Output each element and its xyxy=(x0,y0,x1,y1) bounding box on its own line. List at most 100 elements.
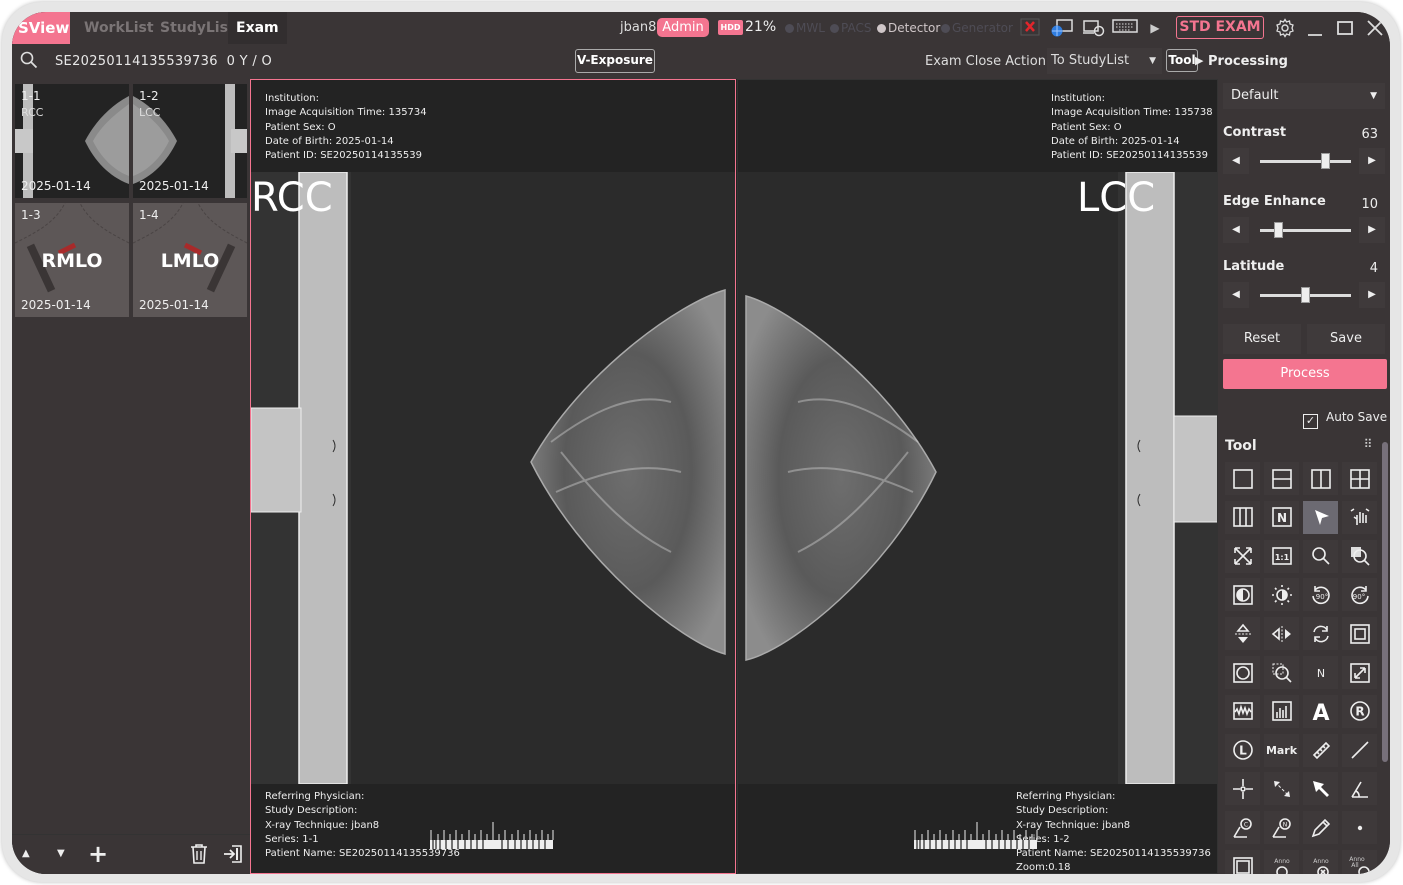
edge-enhance-slider[interactable]: ◀ ▶ xyxy=(1223,217,1385,243)
tool-rotate-right-90[interactable]: 90° xyxy=(1342,578,1377,612)
tool-select-pointer[interactable] xyxy=(1303,500,1338,534)
move-up-button[interactable]: ▲ xyxy=(22,848,30,859)
tool-scrollbar[interactable] xyxy=(1382,442,1388,762)
tool-ruler[interactable] xyxy=(1303,733,1338,767)
tool-pencil[interactable] xyxy=(1303,811,1338,845)
tool-flip-vertical[interactable] xyxy=(1225,617,1260,651)
tool-stretch[interactable] xyxy=(1342,656,1377,689)
latitude-slider[interactable]: ◀ ▶ xyxy=(1223,282,1385,308)
tool-zoom-region[interactable] xyxy=(1264,656,1299,689)
add-button[interactable]: + xyxy=(88,840,108,868)
tool-layout-2-rows[interactable] xyxy=(1264,462,1299,495)
tab-worklist[interactable]: WorkList xyxy=(76,12,162,44)
tool-layout-2-cols[interactable] xyxy=(1303,462,1338,495)
thumbnail-lmlo[interactable]: 1-4 LMLO 2025-01-14 xyxy=(133,203,247,317)
checkbox-checked-icon[interactable]: ✓ xyxy=(1303,414,1318,429)
close-icon[interactable] xyxy=(1366,18,1384,38)
thumbnail-view: RCC xyxy=(21,106,44,119)
trash-icon[interactable] xyxy=(189,843,209,865)
tool-anno-all-delete[interactable]: Anno All xyxy=(1342,850,1377,874)
tool-left-marker[interactable]: L xyxy=(1225,733,1260,767)
thumbnail-rcc[interactable]: 1-1 RCC 2025-01-14 xyxy=(15,84,129,198)
grid-dots-icon[interactable]: ⠿ xyxy=(1359,437,1377,455)
study-id: SE20250114135539736 0 Y / O xyxy=(55,54,272,69)
mammogram-image-lcc[interactable] xyxy=(738,171,1217,785)
tool-arrow-measure[interactable] xyxy=(1264,772,1299,806)
tool-actual-size-1-1[interactable]: 1:1 xyxy=(1264,539,1299,573)
thumbnail-rmlo[interactable]: 1-3 RMLO 2025-01-14 xyxy=(15,203,129,317)
increase-arrow-icon[interactable]: ▶ xyxy=(1359,148,1385,174)
tool-invert[interactable] xyxy=(1225,578,1260,612)
reset-button[interactable]: Reset xyxy=(1223,324,1301,354)
increase-arrow-icon[interactable]: ▶ xyxy=(1359,217,1385,243)
tool-line[interactable] xyxy=(1342,733,1377,767)
tool-fit-screen[interactable] xyxy=(1225,539,1260,573)
tool-dot[interactable] xyxy=(1342,811,1377,845)
tool-reset-rotate[interactable] xyxy=(1303,617,1338,651)
tool-flip-horizontal[interactable] xyxy=(1264,617,1299,651)
save-button[interactable]: Save xyxy=(1307,324,1385,354)
svg-text:1:1: 1:1 xyxy=(1274,553,1289,562)
tool-circle-roi[interactable] xyxy=(1225,656,1260,689)
keyboard-icon[interactable] xyxy=(1112,18,1138,38)
increase-arrow-icon[interactable]: ▶ xyxy=(1359,282,1385,308)
tool-magnify[interactable] xyxy=(1342,539,1377,573)
maximize-icon[interactable] xyxy=(1336,18,1354,38)
thumbnail-lcc[interactable]: 1-2 LCC 2025-01-14 xyxy=(133,84,247,198)
minimize-icon[interactable] xyxy=(1306,18,1324,38)
tool-n-label[interactable]: N xyxy=(1303,656,1338,689)
slider-knob[interactable] xyxy=(1301,287,1310,303)
exit-icon[interactable] xyxy=(222,843,244,865)
search-icon[interactable] xyxy=(20,51,38,69)
decrease-arrow-icon[interactable]: ◀ xyxy=(1223,217,1249,243)
tool-arrow[interactable] xyxy=(1303,772,1338,806)
std-exam-button[interactable]: STD EXAM xyxy=(1176,16,1264,39)
decrease-arrow-icon[interactable]: ◀ xyxy=(1223,282,1249,308)
v-exposure-button[interactable]: V-Exposure xyxy=(575,49,655,73)
viewport-rcc[interactable]: RCC Institution: Image Acquisition Time:… xyxy=(250,79,736,874)
tool-button[interactable]: Tool xyxy=(1166,49,1198,72)
tool-crosshair[interactable] xyxy=(1225,772,1260,806)
tool-anno-show[interactable]: Anno xyxy=(1264,850,1299,874)
contrast-slider[interactable]: ◀ ▶ xyxy=(1223,148,1385,174)
tool-histogram-bars[interactable] xyxy=(1264,694,1299,728)
auto-save-checkbox[interactable]: ✓ Auto Save xyxy=(1303,410,1387,429)
tool-frame[interactable] xyxy=(1342,617,1377,651)
tool-layout-2x2[interactable] xyxy=(1342,462,1377,495)
decrease-arrow-icon[interactable]: ◀ xyxy=(1223,148,1249,174)
tool-rotate-left-90[interactable]: 90° xyxy=(1303,578,1338,612)
tool-angle[interactable] xyxy=(1342,772,1377,806)
viewport-lcc[interactable]: LCC Institution: Image Acquisition Time:… xyxy=(737,79,1218,874)
tool-layout-n[interactable]: N xyxy=(1264,500,1299,534)
exam-close-action-select[interactable]: To StudyList ▼ xyxy=(1047,48,1162,74)
network-icon[interactable] xyxy=(1050,18,1074,38)
edge-enhance-value: 10 xyxy=(1361,197,1378,212)
tool-text-annotation[interactable]: A xyxy=(1303,694,1338,728)
tool-mark[interactable]: Mark xyxy=(1264,733,1299,767)
slider-knob[interactable] xyxy=(1321,153,1331,169)
slider-track[interactable] xyxy=(1260,160,1351,163)
tool-cobb-angle[interactable]: C xyxy=(1225,811,1260,845)
tool-rectangle[interactable] xyxy=(1225,850,1260,874)
tool-brightness[interactable] xyxy=(1264,578,1299,612)
error-icon[interactable] xyxy=(1020,18,1042,38)
tool-histogram-wave[interactable] xyxy=(1225,694,1260,728)
move-down-button[interactable]: ▼ xyxy=(57,848,65,859)
mammogram-image-rcc[interactable] xyxy=(251,171,735,785)
settings-gear-icon[interactable] xyxy=(1274,18,1296,38)
remote-display-icon[interactable] xyxy=(1082,18,1106,38)
process-button[interactable]: Process xyxy=(1223,359,1387,389)
tool-layout-3-cols[interactable] xyxy=(1225,500,1260,534)
tool-n-angle[interactable]: N xyxy=(1264,811,1299,845)
slider-knob[interactable] xyxy=(1273,222,1283,238)
tool-layout-1x1[interactable] xyxy=(1225,462,1260,495)
preset-select[interactable]: Default ▼ xyxy=(1223,83,1385,109)
angle-icon xyxy=(1350,781,1368,798)
tab-exam[interactable]: Exam xyxy=(228,12,287,44)
tool-anno-delete[interactable]: Anno xyxy=(1303,850,1338,874)
tool-zoom[interactable] xyxy=(1303,539,1338,573)
play-icon[interactable]: ▶ xyxy=(1148,18,1162,38)
tool-right-marker[interactable]: R xyxy=(1342,694,1377,728)
expand-arrow-icon[interactable]: ▶ xyxy=(1195,54,1203,67)
tool-pan-hand[interactable] xyxy=(1342,500,1377,534)
